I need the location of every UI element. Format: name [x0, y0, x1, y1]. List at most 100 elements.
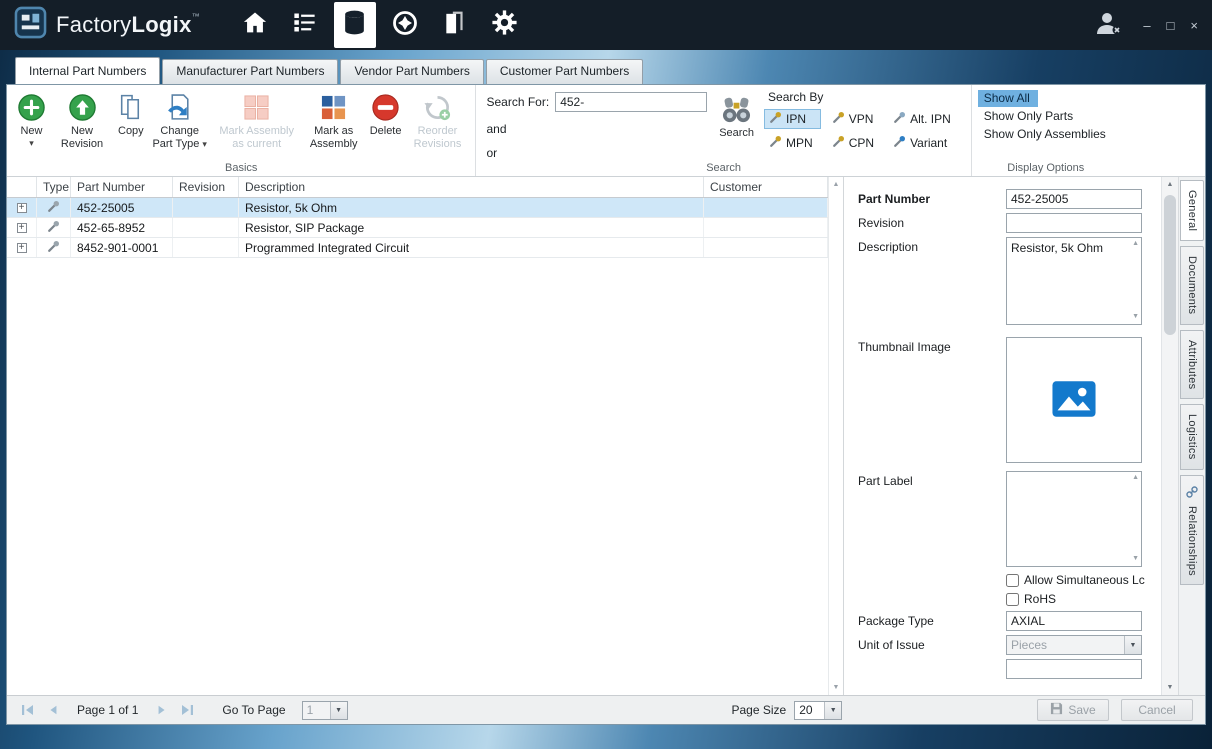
nav-production-button[interactable]	[384, 3, 426, 47]
side-tab-logistics[interactable]: Logistics	[1180, 404, 1204, 470]
search-input[interactable]	[555, 92, 707, 112]
combo-arrow-icon[interactable]: ▼	[824, 702, 841, 719]
user-button[interactable]	[1093, 10, 1123, 41]
row-expand-toggle[interactable]: +	[17, 243, 27, 253]
textarea-scroll-down-icon[interactable]: ▼	[1132, 555, 1139, 562]
table-scrollbar[interactable]: ▲ ▼	[828, 177, 843, 695]
goto-page-input[interactable]: 1 ▼	[302, 701, 348, 720]
mark-assembly-as-current-button[interactable]: Mark Assembly as current	[212, 88, 302, 152]
row-expand-toggle[interactable]: +	[17, 223, 27, 233]
next-page-button[interactable]	[154, 702, 170, 718]
search-or-label: or	[486, 146, 707, 160]
variant-icon	[893, 135, 906, 151]
table-row[interactable]: + 452-25005 Resistor, 5k Ohm	[7, 198, 828, 218]
reorder-revisions-label: Reorder Revisions	[409, 125, 465, 150]
user-icon	[1093, 23, 1123, 40]
clipped-next-field[interactable]	[1006, 659, 1142, 679]
tab-vendor-part-numbers[interactable]: Vendor Part Numbers	[340, 59, 483, 84]
table-row[interactable]: + 452-65-8952 Resistor, SIP Package	[7, 218, 828, 238]
search-by-mpn[interactable]: MPN	[764, 133, 821, 153]
package-type-input[interactable]	[1006, 611, 1142, 631]
combo-arrow-icon[interactable]: ▼	[330, 702, 347, 719]
table-row[interactable]: + 8452-901-0001 Programmed Integrated Ci…	[7, 238, 828, 258]
reorder-revisions-button[interactable]: Reorder Revisions	[405, 88, 469, 152]
cell-customer	[704, 238, 828, 257]
nav-part-library-button[interactable]	[334, 2, 376, 48]
search-group-label: Search	[482, 160, 964, 175]
scroll-up-arrow-icon[interactable]: ▲	[1167, 181, 1174, 188]
type-column-header[interactable]: Type	[37, 177, 71, 197]
package-type-field-label: Package Type	[858, 611, 1006, 631]
revision-column-header[interactable]: Revision	[173, 177, 239, 197]
description-column-header[interactable]: Description	[239, 177, 704, 197]
first-page-button[interactable]	[19, 702, 37, 718]
thumbnail-image[interactable]	[1006, 337, 1142, 463]
nav-settings-button[interactable]	[484, 3, 526, 47]
search-button[interactable]: Search	[715, 88, 758, 142]
mpn-label: MPN	[786, 136, 813, 150]
rohs-checkbox[interactable]: RoHS	[1006, 592, 1056, 606]
side-tab-attributes[interactable]: Attributes	[1180, 330, 1204, 399]
search-by-ipn[interactable]: IPN	[764, 109, 821, 129]
show-only-parts-option[interactable]: Show Only Parts	[978, 108, 1081, 125]
copy-button[interactable]: Copy	[114, 88, 148, 140]
search-by-variant[interactable]: Variant	[888, 133, 959, 153]
save-button[interactable]: Save	[1037, 699, 1109, 721]
tab-internal-part-numbers[interactable]: Internal Part Numbers	[15, 57, 160, 84]
nav-home-button[interactable]	[234, 3, 276, 47]
ribbon-toolbar: New ▾ New Revision Copy Change Part Type…	[7, 85, 1205, 177]
show-all-option[interactable]: Show All	[978, 90, 1038, 107]
part-number-column-header[interactable]: Part Number	[71, 177, 173, 197]
new-button[interactable]: New ▾	[13, 88, 50, 148]
textarea-scroll-down-icon[interactable]: ▼	[1132, 313, 1139, 320]
description-textarea[interactable]: Resistor, 5k Ohm	[1006, 237, 1142, 325]
detail-scrollbar[interactable]: ▲ ▼	[1161, 177, 1178, 695]
nav-reports-button[interactable]	[434, 3, 476, 47]
save-icon	[1050, 702, 1063, 718]
rohs-checkbox-input[interactable]	[1006, 593, 1019, 606]
textarea-scroll-up-icon[interactable]: ▲	[1132, 474, 1139, 481]
part-number-input[interactable]	[1006, 189, 1142, 209]
allow-simultaneous-checkbox[interactable]: Allow Simultaneous Lc	[1006, 573, 1145, 587]
last-page-button[interactable]	[178, 702, 196, 718]
allow-simultaneous-checkbox-input[interactable]	[1006, 574, 1019, 587]
search-button-label: Search	[719, 127, 754, 140]
search-by-alt-ipn[interactable]: Alt. IPN	[888, 109, 959, 129]
alt-ipn-label: Alt. IPN	[910, 112, 951, 126]
cancel-button[interactable]: Cancel	[1121, 699, 1193, 721]
minimize-button[interactable]: –	[1143, 18, 1150, 33]
cell-description: Resistor, 5k Ohm	[239, 198, 704, 217]
allow-simultaneous-label: Allow Simultaneous Lc	[1024, 573, 1145, 587]
close-button[interactable]: ×	[1190, 18, 1198, 33]
side-tab-documents[interactable]: Documents	[1180, 246, 1204, 324]
scroll-up-arrow-icon[interactable]: ▲	[833, 181, 840, 188]
previous-page-button[interactable]	[45, 702, 61, 718]
scroll-down-arrow-icon[interactable]: ▼	[1167, 684, 1174, 691]
change-part-type-button[interactable]: Change Part Type ▾	[148, 88, 212, 152]
revision-input[interactable]	[1006, 213, 1142, 233]
side-tab-relationships[interactable]: Relationships	[1180, 475, 1204, 586]
search-by-cpn[interactable]: CPN	[827, 133, 882, 153]
delete-button[interactable]: Delete	[366, 88, 406, 140]
tab-manufacturer-part-numbers[interactable]: Manufacturer Part Numbers	[162, 59, 338, 84]
side-tab-general[interactable]: General	[1180, 180, 1204, 241]
scroll-down-arrow-icon[interactable]: ▼	[833, 684, 840, 691]
nav-work-instructions-button[interactable]	[284, 3, 326, 47]
page-size-value: 20	[795, 703, 824, 717]
new-revision-button[interactable]: New Revision	[50, 88, 114, 152]
mark-as-assembly-button[interactable]: Mark as Assembly	[302, 88, 366, 152]
tab-customer-part-numbers[interactable]: Customer Part Numbers	[486, 59, 643, 84]
row-expand-toggle[interactable]: +	[17, 203, 27, 213]
search-by-vpn[interactable]: VPN	[827, 109, 882, 129]
unit-of-issue-select[interactable]: Pieces ▼	[1006, 635, 1142, 655]
scrollbar-thumb[interactable]	[1164, 195, 1176, 335]
combo-arrow-icon[interactable]: ▼	[1124, 636, 1141, 654]
customer-column-header[interactable]: Customer	[704, 177, 828, 197]
maximize-button[interactable]: □	[1167, 18, 1175, 33]
show-only-assemblies-option[interactable]: Show Only Assemblies	[978, 126, 1114, 143]
textarea-scroll-up-icon[interactable]: ▲	[1132, 240, 1139, 247]
page-size-select[interactable]: 20 ▼	[794, 701, 842, 720]
part-label-textarea[interactable]	[1006, 471, 1142, 567]
app-logo: FactoryLogix™	[14, 6, 200, 44]
detail-side-tabs: General Documents Attributes Logistics R…	[1178, 177, 1205, 695]
